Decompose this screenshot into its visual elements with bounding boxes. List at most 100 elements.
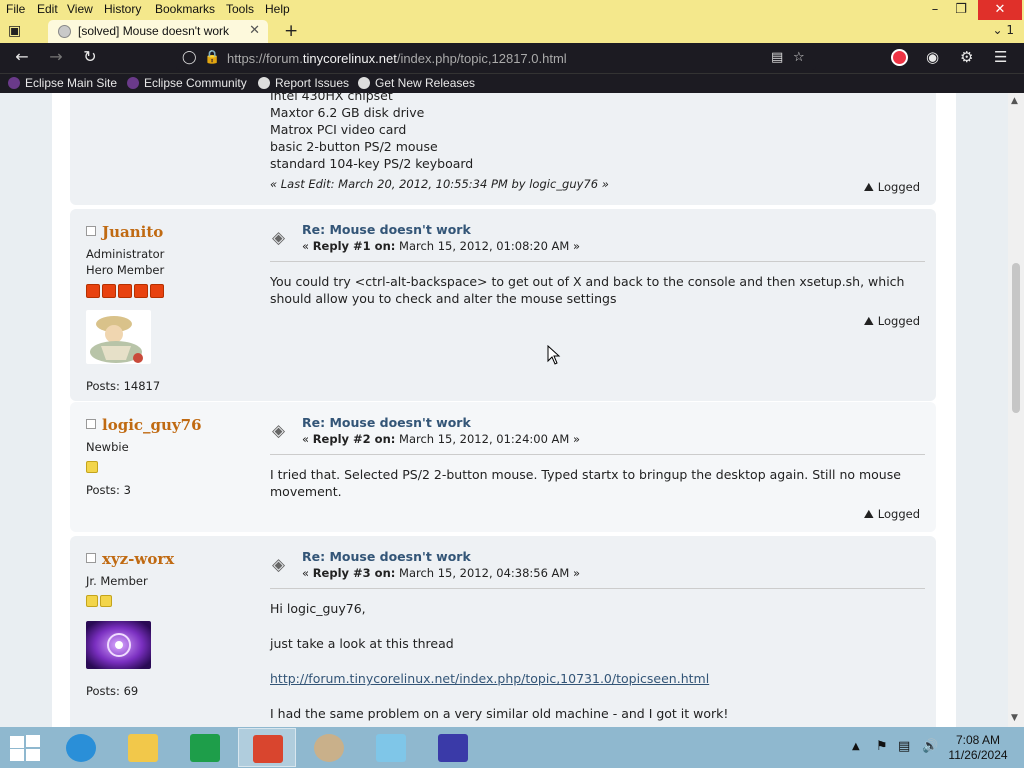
- poster-name[interactable]: xyz-worx: [102, 550, 174, 568]
- post-body: You could try <ctrl-alt-backspace> to ge…: [270, 274, 905, 306]
- scroll-up-icon[interactable]: ▲: [1011, 96, 1018, 106]
- menu-bar: File Edit View History Bookmarks Tools H…: [0, 0, 1024, 20]
- browser-titlebar: File Edit View History Bookmarks Tools H…: [0, 0, 1024, 43]
- start-button[interactable]: [8, 735, 40, 761]
- bookmark-star-icon[interactable]: ☆: [793, 50, 805, 65]
- extensions-icon[interactable]: ⚙: [960, 48, 973, 66]
- logged-label: ⛰ Logged: [863, 314, 920, 328]
- post-subject-link[interactable]: Re: Mouse doesn't work: [302, 222, 471, 237]
- last-edit: « Last Edit: March 20, 2012, 10:55:34 PM…: [270, 177, 609, 191]
- taskbar-virtualbox[interactable]: [238, 728, 296, 767]
- poster-name[interactable]: Juanito: [102, 223, 163, 241]
- menu-edit[interactable]: Edit: [37, 2, 58, 16]
- menu-file[interactable]: File: [6, 2, 25, 16]
- avatar[interactable]: [86, 621, 151, 669]
- post-meta: « Reply #3 on: March 15, 2012, 04:38:56 …: [302, 566, 581, 580]
- scroll-thumb[interactable]: [1012, 263, 1020, 413]
- star-icon: [150, 284, 164, 298]
- bookmark-get-new-releases[interactable]: Get New Releases: [358, 76, 475, 90]
- poster-info: Juanito Administrator Hero Member Posts: …: [86, 223, 256, 393]
- post-subject-link[interactable]: Re: Mouse doesn't work: [302, 549, 471, 564]
- taskbar-notepad[interactable]: [362, 728, 420, 767]
- folder-icon: [128, 734, 158, 762]
- offline-indicator-icon: [86, 226, 96, 236]
- menu-view[interactable]: View: [67, 2, 93, 16]
- avatar[interactable]: [86, 310, 151, 364]
- account-icon[interactable]: ◉: [926, 48, 939, 66]
- app-icon: [253, 735, 283, 763]
- post-line: Hi logic_guy76,: [270, 601, 366, 616]
- scroll-down-icon[interactable]: ▼: [1011, 713, 1018, 723]
- taskbar-ie[interactable]: [52, 728, 110, 767]
- post-icon: ◈: [272, 555, 286, 575]
- post-line: standard 104-key PS/2 keyboard: [270, 156, 474, 171]
- taskbar-settings[interactable]: [424, 728, 482, 767]
- tab-active[interactable]: [solved] Mouse doesn't work ✕: [48, 20, 268, 43]
- hamburger-menu-icon[interactable]: ☰: [994, 48, 1007, 66]
- poster-info: logic_guy76 Newbie Posts: 3: [86, 416, 256, 497]
- tab-list-icon[interactable]: ▣: [8, 23, 21, 39]
- bookmark-eclipse-community[interactable]: Eclipse Community: [127, 76, 247, 90]
- post-line: Matrox PCI video card: [270, 122, 407, 137]
- url-text[interactable]: https://forum.tinycorelinux.net/index.ph…: [227, 51, 567, 66]
- new-tab-icon[interactable]: +: [284, 21, 298, 41]
- star-icon: [134, 284, 148, 298]
- tab-overflow-icon[interactable]: ⌄ 1: [992, 23, 1014, 37]
- posts-count: Posts: 14817: [86, 379, 161, 393]
- recording-icon[interactable]: [891, 49, 908, 66]
- post-subject-link[interactable]: Re: Mouse doesn't work: [302, 415, 471, 430]
- forward-icon[interactable]: →: [45, 47, 67, 66]
- lock-icon[interactable]: 🔒: [204, 50, 220, 65]
- star-icon: [118, 284, 132, 298]
- navigation-bar: ← → ↻ ◯ 🔒 https://forum.tinycorelinux.ne…: [0, 43, 1024, 73]
- poster-name[interactable]: logic_guy76: [102, 416, 202, 434]
- offline-indicator-icon: [86, 553, 96, 563]
- eclipse-icon: [8, 77, 20, 89]
- taskbar-paint[interactable]: [300, 728, 358, 767]
- offline-indicator-icon: [86, 419, 96, 429]
- flag-icon[interactable]: ⚑: [876, 739, 888, 754]
- url-bar[interactable]: ◯ 🔒 https://forum.tinycorelinux.net/inde…: [176, 46, 816, 70]
- logged-icon: ⛰: [863, 314, 874, 328]
- restore-icon[interactable]: ❐: [944, 0, 978, 20]
- tab-close-icon[interactable]: ✕: [249, 23, 260, 38]
- network-icon[interactable]: ▤: [898, 739, 910, 754]
- taskbar-explorer[interactable]: [114, 728, 172, 767]
- page-scrollbar[interactable]: ▲ ▼: [1008, 93, 1024, 727]
- logged-label: ⛰ Logged: [863, 180, 920, 194]
- post-header: ◈ Re: Mouse doesn't work « Reply #2 on: …: [270, 415, 925, 455]
- post-meta: « Reply #2 on: March 15, 2012, 01:24:00 …: [302, 432, 581, 446]
- taskbar-store[interactable]: [176, 728, 234, 767]
- bookmark-eclipse-main[interactable]: Eclipse Main Site: [8, 76, 117, 90]
- shield-icon[interactable]: ◯: [182, 50, 197, 65]
- thread-link[interactable]: http://forum.tinycorelinux.net/index.php…: [270, 670, 920, 687]
- forum-post-0: Intel 430HX chipset Maxtor 6.2 GB disk d…: [70, 93, 936, 205]
- bookmark-report-issues[interactable]: Report Issues: [258, 76, 349, 90]
- menu-help[interactable]: Help: [265, 2, 290, 16]
- notepad-icon: [376, 734, 406, 762]
- menu-tools[interactable]: Tools: [226, 2, 254, 16]
- reload-icon[interactable]: ↻: [79, 47, 101, 66]
- star-icon: [100, 595, 112, 607]
- reader-view-icon[interactable]: ▤: [771, 50, 783, 65]
- close-window-icon[interactable]: ✕: [978, 0, 1022, 20]
- tray-overflow-icon[interactable]: ▲: [852, 741, 860, 752]
- forum-post-3: xyz-worx Jr. Member Posts: 69 ◈ Re: Mous…: [70, 536, 936, 727]
- system-clock[interactable]: 7:08 AM 11/26/2024: [938, 733, 1018, 763]
- menu-bookmarks[interactable]: Bookmarks: [155, 2, 215, 16]
- forum-post-1: Juanito Administrator Hero Member Posts: …: [70, 209, 936, 401]
- internet-explorer-icon: [66, 734, 96, 762]
- page-viewport: Intel 430HX chipset Maxtor 6.2 GB disk d…: [0, 93, 1008, 727]
- star-icon: [86, 595, 98, 607]
- volume-icon[interactable]: 🔊: [922, 739, 938, 754]
- github-icon: [258, 77, 270, 89]
- star-icon: [86, 461, 98, 473]
- post-line: I had the same problem on a very similar…: [270, 706, 729, 721]
- posts-count: Posts: 69: [86, 684, 139, 698]
- back-icon[interactable]: ←: [11, 47, 33, 66]
- eclipse-icon: [127, 77, 139, 89]
- post-header: ◈ Re: Mouse doesn't work « Reply #3 on: …: [270, 549, 925, 589]
- menu-history[interactable]: History: [104, 2, 141, 16]
- store-icon: [190, 734, 220, 762]
- windows-taskbar: ▲ ⚑ ▤ 🔊 7:08 AM 11/26/2024: [0, 727, 1024, 768]
